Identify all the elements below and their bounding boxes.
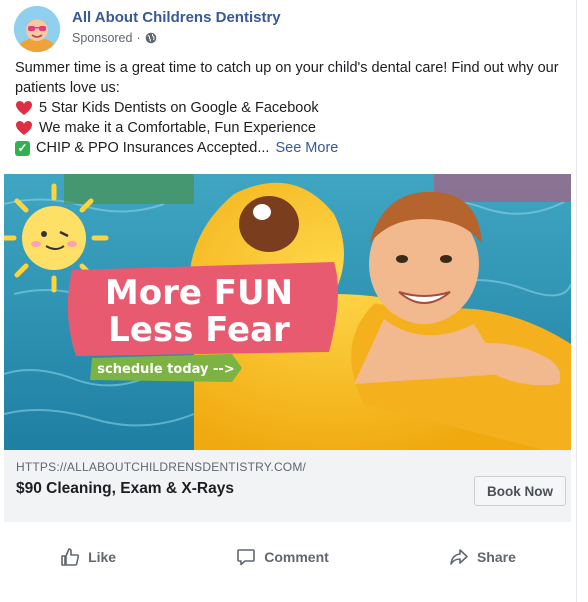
post-bullet: ✓ CHIP & PPO Insurances Accepted... See … [15, 138, 570, 158]
like-label: Like [88, 549, 117, 565]
post-intro: Summer time is a great time to catch up … [15, 60, 559, 96]
ad-headline-line1: More FUN [105, 273, 293, 313]
sponsored-label: Sponsored [72, 31, 133, 45]
bullet-text: We make it a Comfortable, Fun Experience [39, 120, 316, 136]
share-label: Share [476, 549, 516, 565]
ad-headline-line2: Less Fear [108, 310, 290, 350]
bullet-text: 5 Star Kids Dentists on Google & Faceboo… [39, 100, 319, 116]
book-now-button[interactable]: Book Now [474, 476, 566, 506]
sponsored-label-row: Sponsored · [72, 31, 157, 45]
heart-icon [16, 101, 32, 115]
share-button[interactable]: Share [449, 547, 516, 567]
page-avatar[interactable] [14, 6, 60, 52]
like-button[interactable]: Like [60, 547, 116, 567]
comment-button[interactable]: Comment [236, 547, 329, 567]
link-url: HTTPS://ALLABOUTCHILDRENSDENTISTRY.COM/ [16, 460, 307, 474]
check-icon: ✓ [15, 140, 30, 156]
ad-post-card: All About Childrens Dentistry Sponsored … [0, 0, 576, 602]
comment-label: Comment [264, 549, 329, 565]
post-actions: Like Comment Share [0, 540, 576, 574]
see-more-link[interactable]: See More [275, 138, 338, 158]
post-text: Summer time is a great time to catch up … [15, 58, 570, 158]
link-preview-bar[interactable]: HTTPS://ALLABOUTCHILDRENSDENTISTRY.COM/ … [4, 450, 571, 522]
feed-edge [576, 0, 588, 602]
globe-icon [145, 32, 156, 44]
post-bullet: 5 Star Kids Dentists on Google & Faceboo… [15, 98, 570, 118]
thumbs-up-icon [61, 548, 80, 566]
page-name-link[interactable]: All About Childrens Dentistry [72, 9, 281, 26]
ad-tagline: schedule today --> [97, 362, 234, 377]
bullet-text: CHIP & PPO Insurances Accepted... [36, 140, 270, 156]
heart-icon [16, 121, 32, 135]
link-title[interactable]: $90 Cleaning, Exam & X-Rays [16, 480, 234, 498]
comment-icon [237, 549, 256, 566]
post-bullet: We make it a Comfortable, Fun Experience [15, 118, 570, 138]
share-icon [450, 549, 468, 565]
ad-image[interactable]: More FUN Less Fear schedule today --> [4, 174, 571, 450]
